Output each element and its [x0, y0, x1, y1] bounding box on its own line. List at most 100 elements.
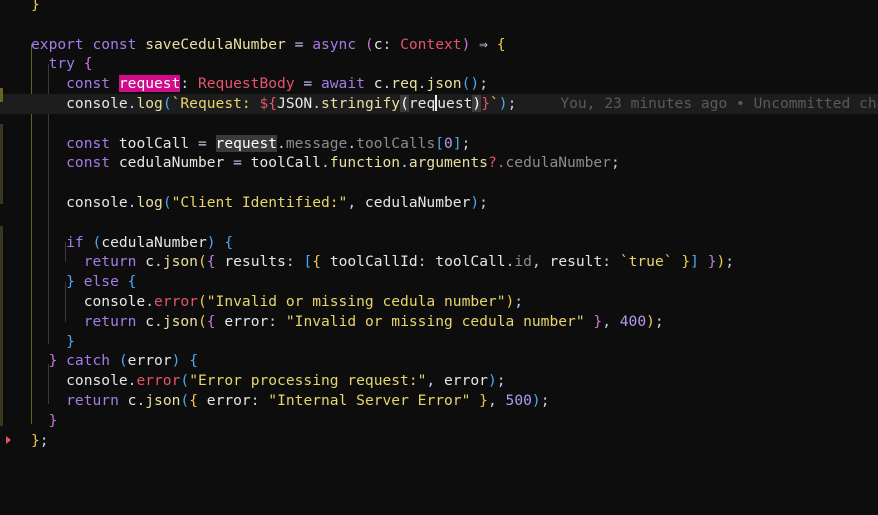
code-token: ; — [654, 312, 664, 330]
code-token: [ — [303, 253, 313, 271]
code-token: ; — [725, 253, 735, 271]
code-token: } — [31, 431, 40, 449]
code-token: } — [31, 332, 75, 350]
code-line[interactable]: } — [0, 0, 878, 15]
code-token: toolCall — [250, 154, 321, 172]
code-token: , — [487, 392, 506, 409]
code-line[interactable]: try { — [0, 54, 878, 74]
code-line-text: if (cedulaNumber) { — [31, 233, 233, 253]
code-token: ( — [180, 372, 190, 390]
code-token: : — [417, 253, 436, 271]
code-token: c — [373, 75, 383, 93]
code-line[interactable]: console.error("Error processing request:… — [0, 371, 878, 391]
code-token: json — [145, 392, 181, 409]
code-token: 0 — [444, 134, 453, 152]
code-token: } — [481, 95, 490, 112]
gutter-change-marker — [0, 226, 3, 426]
code-token: . — [312, 95, 322, 112]
code-token: ) — [531, 392, 541, 409]
code-line[interactable]: }; — [0, 431, 878, 451]
code-token: try — [31, 55, 84, 73]
code-line-current[interactable]: console.log(`Request: ${JSON.stringify(r… — [0, 94, 878, 114]
code-line-text: } — [31, 0, 40, 15]
code-editor[interactable]: } export const saveCedulaNumber = async (… — [0, 0, 878, 515]
code-token: function — [329, 154, 401, 172]
code-line[interactable]: console.error("Invalid or missing cedula… — [0, 292, 878, 312]
code-token: log — [136, 95, 163, 112]
code-line[interactable]: } — [0, 332, 878, 352]
code-token: { — [127, 273, 137, 291]
code-line[interactable]: return c.json({ error: "Internal Server … — [0, 391, 878, 411]
code-token: cedulaNumber — [364, 194, 471, 211]
code-token: } — [584, 312, 603, 330]
code-token: console — [31, 194, 128, 211]
code-line[interactable]: export const saveCedulaNumber = async (c… — [0, 35, 878, 55]
code-token: "Client Identified:" — [171, 194, 348, 211]
code-token: arguments — [408, 154, 488, 172]
code-token: c — [145, 312, 155, 330]
code-token: : — [602, 253, 620, 271]
code-token: : — [250, 392, 269, 409]
code-token: cedulaNumber — [505, 154, 611, 172]
code-token: . — [154, 312, 163, 330]
code-line[interactable]: } catch (error) { — [0, 351, 878, 371]
code-token: async — [312, 35, 365, 53]
code-token: ; — [39, 431, 49, 449]
code-token: return — [31, 312, 146, 330]
code-token: { — [496, 35, 506, 53]
code-token: else — [74, 273, 128, 291]
code-token: return — [31, 392, 128, 409]
code-line[interactable] — [0, 213, 878, 233]
code-token: ) — [470, 75, 480, 93]
code-token: ( — [197, 293, 207, 310]
code-token: json — [162, 253, 198, 271]
code-line-text: } — [31, 411, 58, 431]
code-token: ( — [92, 233, 102, 251]
code-token: "Invalid or missing cedula number" — [206, 293, 506, 310]
code-token: ) — [487, 372, 497, 390]
code-token: = — [294, 75, 321, 93]
gutter-fold-arrow-icon[interactable] — [6, 436, 11, 444]
code-line[interactable]: } else { — [0, 272, 878, 292]
code-token: id — [514, 253, 532, 271]
code-line[interactable]: return c.json({ results: [{ toolCallId: … — [0, 252, 878, 272]
code-line[interactable]: const request: RequestBody = await c.req… — [0, 74, 878, 94]
gutter-change-marker — [0, 124, 3, 204]
code-token: await — [320, 75, 374, 93]
code-line[interactable] — [0, 173, 878, 193]
code-token: ] — [452, 134, 462, 152]
code-token: { — [206, 312, 225, 330]
code-line[interactable] — [0, 114, 878, 134]
code-token: "Internal Server Error" — [268, 392, 471, 409]
code-token: cedulaNumber — [101, 233, 207, 251]
code-token: `Request: — [171, 95, 260, 112]
code-token: toolCall — [118, 134, 190, 152]
code-token: console — [31, 95, 128, 112]
code-line[interactable]: return c.json({ error: "Invalid or missi… — [0, 312, 878, 332]
code-line[interactable]: console.log("Client Identified:", cedula… — [0, 193, 878, 213]
code-token: req — [391, 75, 418, 93]
code-token: ; — [479, 75, 488, 93]
code-token: error — [154, 293, 198, 310]
code-token: results — [224, 253, 286, 271]
code-token: uest — [437, 95, 473, 112]
code-token: console — [31, 293, 146, 310]
code-line[interactable]: const cedulaNumber = toolCall.function.a… — [0, 153, 878, 173]
code-line[interactable]: } — [0, 411, 878, 431]
code-token: . — [136, 392, 146, 409]
code-token: . — [347, 134, 357, 152]
code-token: saveCedulaNumber — [145, 35, 286, 53]
code-line-text: } — [31, 332, 75, 352]
code-token: { — [83, 55, 93, 73]
code-line[interactable]: if (cedulaNumber) { — [0, 233, 878, 253]
code-line[interactable]: const toolCall = request.message.toolCal… — [0, 134, 878, 154]
code-token: request — [118, 75, 181, 93]
code-line[interactable] — [0, 15, 878, 35]
code-token: catch — [57, 352, 119, 370]
code-token: toolCall — [435, 253, 506, 271]
code-token: ( — [162, 95, 172, 112]
code-token: = — [224, 154, 251, 172]
code-token: ( — [118, 352, 128, 370]
code-token: : — [382, 35, 401, 53]
code-token: ; — [479, 194, 488, 211]
